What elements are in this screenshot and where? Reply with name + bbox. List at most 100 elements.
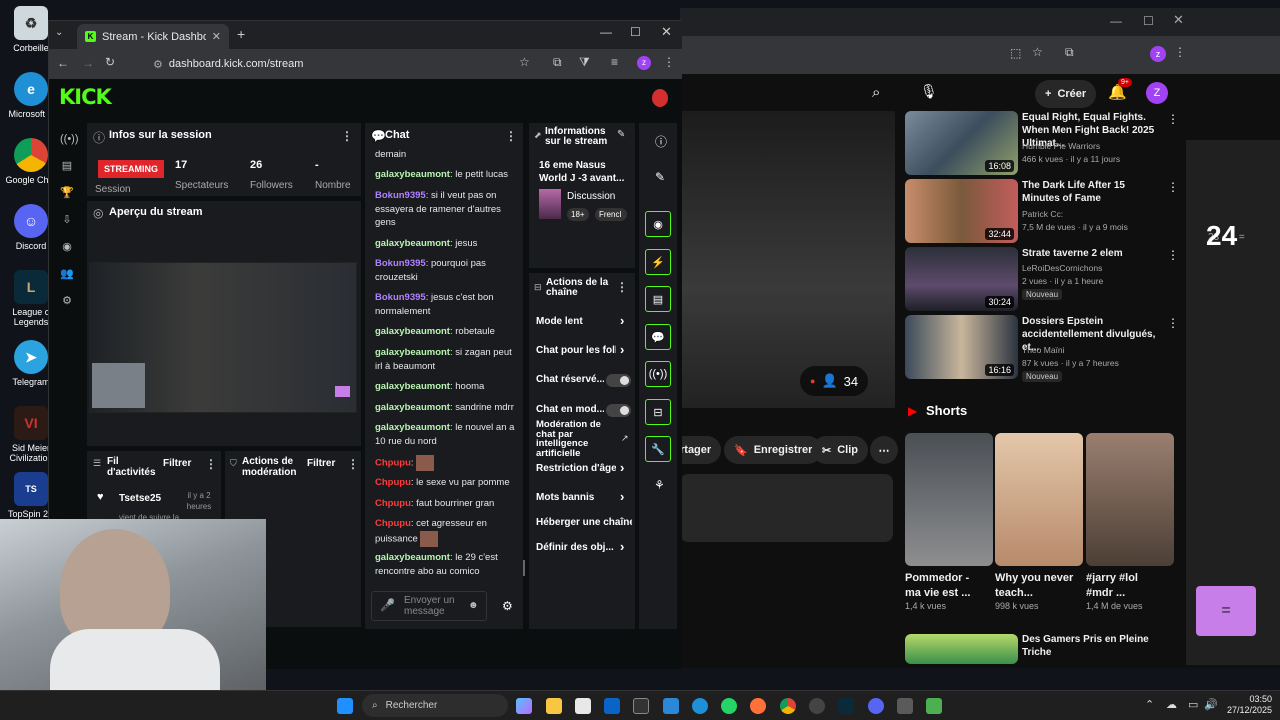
copilot-icon[interactable] [516, 698, 532, 714]
chat-more-icon[interactable]: ⋮ [505, 129, 517, 143]
external-link-icon[interactable]: ↗ [621, 433, 629, 444]
minimize-icon[interactable]: — [600, 25, 612, 39]
maximize-icon[interactable]: ☐ [1143, 14, 1154, 28]
action-host-channel[interactable]: Héberger une chaîne [536, 517, 632, 528]
recommended-video[interactable]: 32:44 The Dark Life After 15 Minutes of … [905, 179, 1180, 245]
url-field[interactable]: ⚙ dashboard.kick.com/stream [141, 53, 541, 75]
back-icon[interactable]: ← [57, 56, 69, 70]
stream-preview-video[interactable] [89, 262, 357, 413]
short-title[interactable]: Pommedor - ma vie est ... [905, 571, 985, 601]
obs-icon[interactable] [809, 698, 825, 714]
action-age-restriction[interactable]: Restriction d'âge [536, 463, 616, 474]
session-more-icon[interactable]: ⋮ [341, 129, 353, 143]
emote-mode-toggle[interactable] [606, 404, 631, 417]
chrome-icon[interactable] [780, 698, 796, 714]
activity-filter-button[interactable]: Filtrer [163, 458, 191, 469]
notepad-icon[interactable] [926, 698, 942, 714]
chat-settings-icon[interactable]: ⚙ [502, 599, 513, 613]
tab-search-icon[interactable]: ⌄ [55, 27, 63, 38]
edit-icon[interactable]: ✎ [655, 170, 665, 184]
chat-scrollbar[interactable] [523, 560, 525, 576]
more-actions-button[interactable]: ⋯ [870, 436, 898, 464]
chevron-right-icon[interactable]: › [620, 460, 624, 475]
broadcast-tool-button[interactable]: ((•)) [645, 361, 671, 387]
recommended-video[interactable]: 16:16 Dossiers Epstein accidentellement … [905, 315, 1180, 382]
install-icon[interactable]: ⬚ [1010, 46, 1021, 60]
action-subscriber-chat[interactable]: Chat réservé... [536, 374, 604, 385]
moderation-filter-button[interactable]: Filtrer [307, 458, 335, 469]
profile-avatar[interactable]: z [637, 56, 651, 70]
action-banned-words[interactable]: Mots bannis [536, 492, 632, 503]
video-player[interactable]: ● 👤 34 [680, 111, 895, 408]
more-icon[interactable]: ⋮ [663, 55, 675, 69]
profile-avatar[interactable]: z [1150, 46, 1166, 62]
actions-more-icon[interactable]: ⋮ [616, 280, 628, 294]
more-icon[interactable]: ⋮ [1167, 112, 1179, 126]
calculator-icon[interactable] [897, 698, 913, 714]
wrench-tool-button[interactable]: 🔧 [645, 436, 671, 462]
recommended-video[interactable]: 16:08 Equal Right, Equal Fights. When Me… [905, 111, 1180, 177]
star-icon[interactable]: ☆ [1032, 45, 1043, 59]
file-explorer-icon[interactable] [546, 698, 562, 714]
recommended-video[interactable]: 30:24 Strate taverne 2 elem LeRoiDesCorn… [905, 247, 1180, 313]
photos-icon[interactable] [663, 698, 679, 714]
video-thumbnail[interactable] [905, 634, 1018, 664]
action-ai-moderation[interactable]: Modération de chat par intelligence arti… [536, 420, 616, 458]
minimize-icon[interactable]: — [1110, 14, 1122, 28]
activity-more-icon[interactable]: ⋮ [205, 457, 217, 471]
short-thumbnail[interactable] [995, 433, 1083, 566]
users-icon[interactable]: 👥 [60, 267, 74, 281]
volume-icon[interactable]: 🔊 [1204, 698, 1218, 711]
maximize-icon[interactable]: ☐ [630, 25, 641, 39]
star-icon[interactable]: ☆ [519, 55, 530, 69]
short-title[interactable]: #jarry #lol #mdr ... [1086, 571, 1166, 601]
site-info-icon[interactable]: ⚙ [153, 58, 163, 71]
info-icon[interactable]: ⓘ [655, 133, 667, 150]
short-title[interactable]: Why you never teach... [995, 571, 1075, 601]
close-icon[interactable]: ✕ [1173, 12, 1184, 28]
short-thumbnail[interactable] [905, 433, 993, 566]
save-button[interactable]: 🔖 Enregistrer [724, 436, 823, 464]
chat-input[interactable]: 🎤 Envoyer un message ☻ [371, 591, 487, 621]
terminal-icon[interactable] [633, 698, 649, 714]
equals-button[interactable]: = [1196, 586, 1256, 636]
close-tab-icon[interactable]: ✕ [212, 30, 221, 43]
store-icon[interactable] [575, 698, 591, 714]
start-icon[interactable] [337, 698, 353, 714]
chevron-up-icon[interactable]: ⌃ [1145, 698, 1154, 711]
chat-tool-button[interactable]: 💬 [645, 324, 671, 350]
user-avatar[interactable] [652, 89, 668, 107]
description-box[interactable] [680, 474, 893, 542]
action-emote-mode[interactable]: Chat en mod... [536, 404, 604, 415]
cast-icon[interactable]: ⧉ [553, 55, 562, 70]
trophy-icon[interactable]: 🏆 [60, 186, 74, 200]
video-title[interactable]: Des Gamers Pris en Pleine Triche [1022, 633, 1172, 659]
edit-icon[interactable]: ✎ [617, 129, 625, 140]
upload-icon[interactable]: ⇩ [60, 213, 74, 227]
new-tab-icon[interactable]: + [237, 26, 245, 42]
lightning-tool-button[interactable]: ⚡ [645, 249, 671, 275]
reload-icon[interactable]: ↻ [105, 55, 115, 69]
analytics-icon[interactable]: ▤ [60, 159, 74, 173]
camera-tool-button[interactable]: ◉ [645, 211, 671, 237]
more-icon[interactable]: ⋮ [1167, 180, 1179, 194]
notes-tool-button[interactable]: ▤ [645, 286, 671, 312]
league-icon[interactable] [838, 698, 854, 714]
clip-button[interactable]: ✂ Clip [812, 436, 868, 464]
kick-logo[interactable]: KICK [59, 85, 112, 109]
more-icon[interactable]: ⋮ [1167, 316, 1179, 330]
chevron-right-icon[interactable]: › [620, 539, 624, 554]
chevron-right-icon[interactable]: › [620, 342, 624, 357]
whatsapp-icon[interactable] [721, 698, 737, 714]
chevron-right-icon[interactable]: › [620, 313, 624, 328]
media-icon[interactable]: ≡ [611, 55, 618, 69]
tab-kick-dashboard[interactable]: K Stream - Kick Dashboard ✕ [77, 24, 229, 49]
subscriber-chat-toggle[interactable] [606, 374, 631, 387]
edge-icon[interactable] [692, 698, 708, 714]
outlook-icon[interactable] [604, 698, 620, 714]
short-thumbnail[interactable] [1086, 433, 1174, 566]
broadcast-icon[interactable]: ((•)) [60, 132, 79, 146]
forward-icon[interactable]: → [82, 56, 94, 70]
camera-icon[interactable]: ◉ [60, 240, 74, 254]
extension-icon[interactable]: ⧩ [579, 55, 590, 70]
